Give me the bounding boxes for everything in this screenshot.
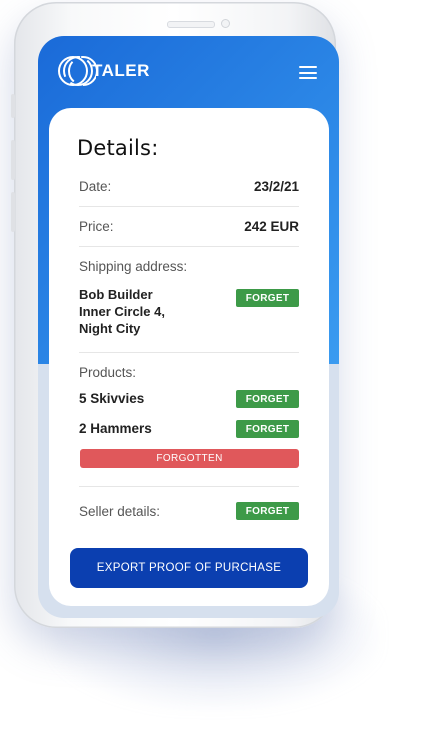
shipping-line: Inner Circle 4, <box>79 304 165 319</box>
seller-label: Seller details: <box>79 504 161 519</box>
export-proof-button[interactable]: EXPORT PROOF OF PURCHASE <box>70 548 308 588</box>
date-value: 23/2/21 <box>253 179 299 194</box>
phone-camera <box>221 19 230 28</box>
product-item: 2 Hammers <box>79 421 152 436</box>
shipping-row: Shipping address: <box>79 259 299 274</box>
price-label: Price: <box>79 219 114 234</box>
date-label: Date: <box>79 179 112 194</box>
shipping-line: Bob Builder <box>79 287 153 302</box>
phone-frame: TALER Details: Date: 23/2/21 Price: 242 … <box>11 2 339 628</box>
taler-logo-icon <box>58 56 96 86</box>
shipping-label: Shipping address: <box>79 259 188 274</box>
products-row: Products: <box>79 365 299 380</box>
details-card: Details: Date: 23/2/21 Price: 242 EUR Sh… <box>49 108 329 606</box>
forget-product-button[interactable]: FORGET <box>236 420 299 438</box>
phone-speaker <box>167 21 215 28</box>
forget-shipping-button[interactable]: FORGET <box>236 289 299 307</box>
taler-logo: TALER <box>56 54 150 88</box>
shipping-line: Night City <box>79 321 141 336</box>
details-title: Details: <box>77 136 159 160</box>
phone-side-button <box>11 94 15 118</box>
price-value: 242 EUR <box>244 219 299 234</box>
app-screen: TALER Details: Date: 23/2/21 Price: 242 … <box>38 36 339 618</box>
hamburger-menu-icon[interactable] <box>299 66 317 79</box>
logo-text: TALER <box>92 61 150 80</box>
divider <box>79 352 299 353</box>
product-item: 5 Skivvies <box>79 391 145 406</box>
phone-volume-down-button <box>11 192 15 232</box>
date-row: Date: 23/2/21 <box>79 179 299 194</box>
forgotten-badge: FORGOTTEN <box>80 449 299 468</box>
products-label: Products: <box>79 365 137 380</box>
forget-seller-button[interactable]: FORGET <box>236 502 299 520</box>
forget-product-button[interactable]: FORGET <box>236 390 299 408</box>
divider <box>79 246 299 247</box>
phone-volume-up-button <box>11 140 15 180</box>
shipping-address: Bob Builder Inner Circle 4, Night City <box>79 286 165 337</box>
divider <box>79 486 299 487</box>
price-row: Price: 242 EUR <box>79 219 299 234</box>
divider <box>79 206 299 207</box>
